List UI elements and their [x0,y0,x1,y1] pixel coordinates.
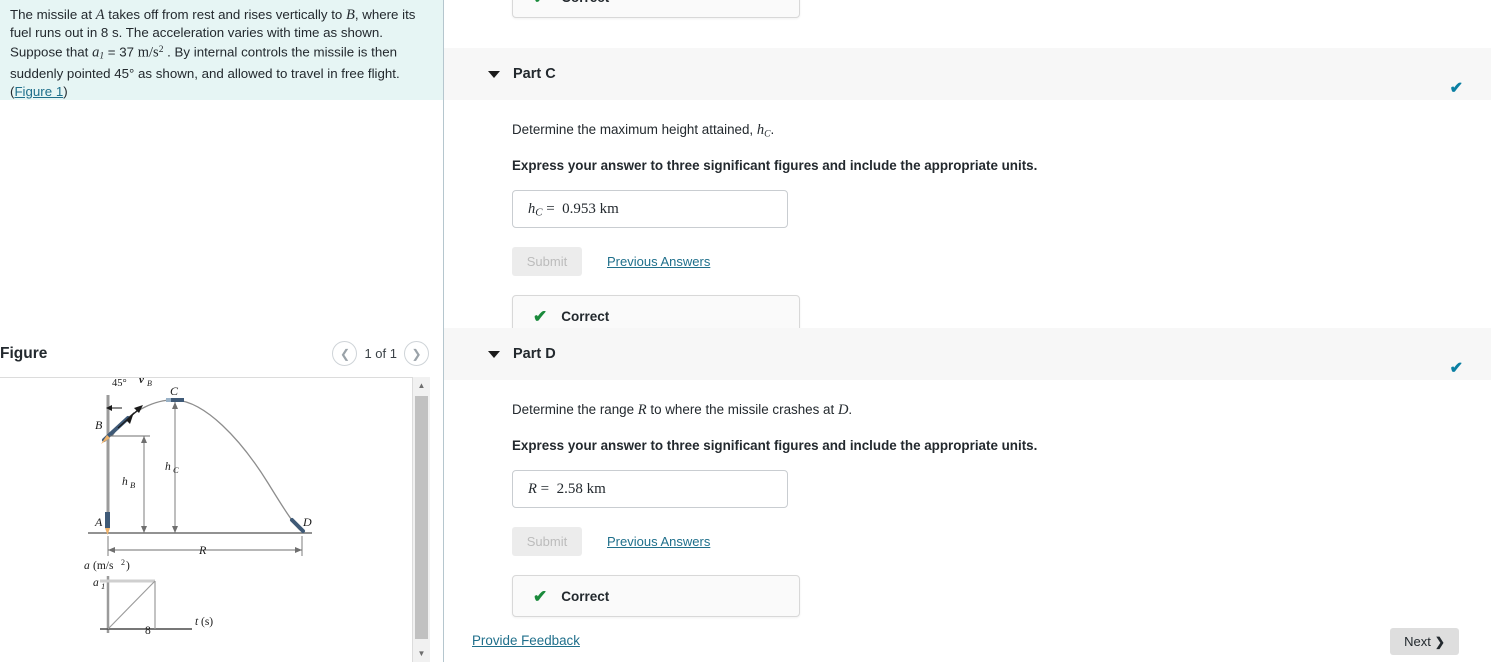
problem-units: m/s [137,44,159,61]
problem-eq: = 37 [104,44,138,60]
part-d-previous-answers-link[interactable]: Previous Answers [607,534,710,549]
scrollbar-thumb[interactable] [415,396,428,639]
problem-text-1: The missile at [10,7,96,22]
part-d-correct-box: ✔ Correct [512,575,800,617]
chevron-right-icon: ❯ [1434,634,1445,649]
part-d-body: Determine the range R to where the missi… [444,380,1491,617]
part-d-question-var2: D [837,402,849,418]
part-d-question-mid: to where the missile crashes at [646,402,838,417]
part-d-answer-label: R [528,480,537,497]
part-d-question: Determine the range R to where the missi… [512,402,1491,419]
svg-text:h: h [122,476,128,488]
figure-viewport: B A C D 45° v B h B h C R a (m/s 2 ) a 1… [0,377,429,662]
provide-feedback-link[interactable]: Provide Feedback [472,633,580,648]
page-root: The missile at A takes off from rest and… [0,0,1491,662]
part-d-answer-value: 2.58 [556,480,583,497]
part-c-question: Determine the maximum height attained, h… [512,122,1491,139]
part-c-header[interactable]: Part C ✔ [444,48,1491,100]
figure-1-link[interactable]: Figure 1 [14,84,63,99]
figure-scrollbar[interactable]: ▲ ▼ [412,377,430,662]
problem-text-2: takes off from rest and rises vertically… [104,7,346,22]
svg-text:a: a [84,560,90,572]
next-button-label: Next [1404,634,1431,649]
part-d-answer-input[interactable]: R = 2.58 km [512,470,788,508]
part-c-question-pre: Determine the maximum height attained, [512,122,757,137]
part-d-answer-eq: = [540,480,550,497]
part-d-correct-label: Correct [561,588,610,604]
part-d-title: Part D [513,346,556,362]
part-c-previous-answers-link[interactable]: Previous Answers [607,254,710,269]
part-d-button-row: Submit Previous Answers [512,527,1491,556]
left-panel: The missile at A takes off from rest and… [0,0,444,662]
part-c-answer-eq: = [546,200,555,217]
scroll-up-icon[interactable]: ▲ [413,377,430,394]
svg-text:(m/s: (m/s [93,560,114,572]
part-d-question-pre: Determine the range [512,402,638,417]
part-c-body: Determine the maximum height attained, h… [444,100,1491,338]
part-d-answer-unit: km [586,480,606,497]
svg-text:45°: 45° [112,378,127,389]
svg-text:8: 8 [145,625,151,637]
check-icon: ✔ [533,586,548,606]
svg-text:2: 2 [121,558,125,567]
part-c-block: Part C ✔ Determine the maximum height at… [444,48,1491,338]
svg-text:v: v [139,378,144,386]
svg-text:1: 1 [101,581,105,591]
caret-down-icon[interactable] [488,350,500,358]
svg-text:C: C [173,465,179,475]
part-d-header[interactable]: Part D ✔ [444,328,1491,380]
svg-text:C: C [170,384,179,398]
svg-text:A: A [94,515,103,529]
svg-text:B: B [147,379,152,388]
figure-header: Figure ❮ 1 of 1 ❯ [0,336,443,371]
chevron-right-icon[interactable]: ❯ [404,341,429,366]
part-c-correct-label: Correct [561,308,610,324]
check-icon: ✔ [533,0,547,6]
part-b-correct-label: Correct [561,0,609,5]
part-d-question-post: . [848,402,853,417]
figure-nav: ❮ 1 of 1 ❯ [332,341,443,366]
part-d-instruction: Express your answer to three significant… [512,438,1038,453]
figure-title: Figure [0,344,48,362]
svg-text:(s): (s) [201,616,213,628]
chevron-left-icon[interactable]: ❮ [332,341,358,366]
part-c-title: Part C [513,66,556,82]
part-d-question-var: R [637,402,647,418]
svg-text:h: h [165,461,171,473]
part-c-answer-input[interactable]: hC = 0.953 km [512,190,788,229]
svg-text:R: R [198,543,207,557]
svg-text:D: D [302,515,312,529]
problem-text: The missile at A takes off from rest and… [10,7,416,99]
problem-var-b: B [345,7,355,23]
figure-image: B A C D 45° v B h B h C R a (m/s 2 ) a 1… [0,378,412,662]
check-icon: ✔ [533,306,548,326]
svg-text:B: B [130,480,135,490]
scroll-down-icon[interactable]: ▼ [413,645,430,662]
part-d-submit-button[interactable]: Submit [512,527,582,556]
problem-var-a: A [95,7,105,23]
part-c-answer-value: 0.953 [562,200,596,217]
check-icon: ✔ [1449,80,1463,97]
svg-text:a: a [93,577,99,589]
part-c-submit-button[interactable]: Submit [512,247,582,277]
part-c-button-row: Submit Previous Answers [512,247,1491,277]
right-panel: ✔ Correct Part C ✔ Determine the maximum… [444,0,1491,662]
part-c-instruction: Express your answer to three significant… [512,158,1038,174]
part-c-answer-unit: km [599,200,619,217]
problem-statement: The missile at A takes off from rest and… [0,0,443,100]
figure-counter: 1 of 1 [364,346,397,361]
part-b-correct-box: ✔ Correct [512,0,800,18]
part-d-block: Part D ✔ Determine the range R to where … [444,328,1491,617]
caret-down-icon[interactable] [488,70,500,78]
check-icon: ✔ [1449,360,1463,377]
svg-text:t: t [195,616,199,628]
part-c-question-post: . [770,122,775,137]
part-d-correct-wrap: ✔ Correct [512,575,1491,617]
next-button[interactable]: Next ❯ [1390,628,1459,655]
svg-text:B: B [95,418,103,432]
svg-text:): ) [126,560,130,572]
part-c-answer-label-sub: C [535,206,543,219]
